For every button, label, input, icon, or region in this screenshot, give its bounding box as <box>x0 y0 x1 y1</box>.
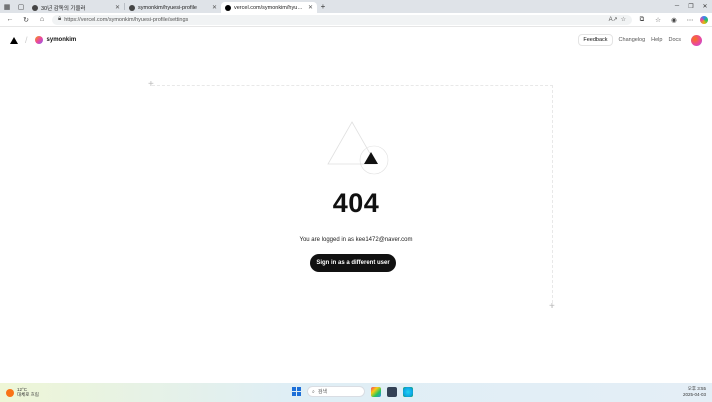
file-explorer-icon[interactable] <box>387 386 397 397</box>
tab-label: vercel.com/symonkim/hyuesi-pr <box>234 4 305 11</box>
vercel-header: / symonkim Feedback Changelog Help Docs <box>0 28 712 52</box>
sign-in-different-user-button[interactable]: Sign in as a different user <box>310 254 396 272</box>
windows-taskbar: 12°C 대체로 흐림 ⌕ 검색 오후 3:55 2025-04-03 <box>0 383 712 402</box>
windows-start-icon[interactable] <box>292 387 301 396</box>
logged-in-message: You are logged in as kee1472@naver.com <box>299 237 413 243</box>
new-tab-button[interactable]: + <box>317 2 329 11</box>
home-icon[interactable]: ⌂ <box>36 16 48 23</box>
system-clock[interactable]: 오후 3:55 2025-04-03 <box>683 386 706 398</box>
close-window-icon[interactable]: ✕ <box>698 3 712 10</box>
browser-tab-bar: ▦ ▢ 30년 감독의 기울러 ✕ symonkim/hyuesi-profil… <box>0 0 712 13</box>
more-menu-icon[interactable]: ⋯ <box>684 16 696 24</box>
feedback-button[interactable]: Feedback <box>578 34 613 46</box>
plus-marker-icon: + <box>549 301 555 312</box>
maximize-icon[interactable]: ❐ <box>684 3 698 10</box>
clock-date: 2025-04-03 <box>682 392 706 397</box>
header-links: Feedback Changelog Help Docs <box>578 34 702 46</box>
browser-tab-3[interactable]: vercel.com/symonkim/hyuesi-pr ✕ <box>221 2 317 13</box>
workspaces-icon[interactable]: ▢ <box>14 0 28 13</box>
minimize-icon[interactable]: ─ <box>670 3 684 10</box>
window-menu-icon[interactable]: ▦ <box>0 0 14 13</box>
help-link[interactable]: Help <box>651 37 662 43</box>
url-text: https://vercel.com/symonkim/hyuesi-profi… <box>64 16 189 23</box>
browser-toolbar: ← ↻ ⌂ 🔒︎ https://vercel.com/symonkim/hyu… <box>0 13 712 27</box>
profile-icon[interactable]: ◉ <box>668 16 680 24</box>
vercel-favicon-icon <box>225 4 231 11</box>
changelog-link[interactable]: Changelog <box>619 37 646 43</box>
triangle-illustration-icon <box>327 121 389 175</box>
lock-icon[interactable]: 🔒︎ <box>58 16 61 23</box>
tab-label: symonkim/hyuesi-profile <box>138 4 197 11</box>
plus-marker-icon: + <box>148 79 154 90</box>
close-tab-icon[interactable]: ✕ <box>308 4 313 11</box>
weather-widget[interactable]: 12°C 대체로 흐림 <box>6 387 39 398</box>
docs-link[interactable]: Docs <box>668 37 681 43</box>
close-tab-icon[interactable]: ✕ <box>212 4 217 11</box>
browser-tab-2[interactable]: symonkim/hyuesi-profile ✕ <box>125 2 221 13</box>
close-tab-icon[interactable]: ✕ <box>115 4 120 11</box>
tab-favicon-icon <box>32 4 38 11</box>
tab-label: 30년 감독의 기울러 <box>41 5 86 12</box>
taskbar-apps: ⌕ 검색 <box>292 386 413 397</box>
weather-icon <box>6 388 14 397</box>
browser-tab-1[interactable]: 30년 감독의 기울러 ✕ <box>28 2 124 13</box>
favorites-icon[interactable]: ☆ <box>652 16 664 24</box>
breadcrumb-slash: / <box>25 35 28 45</box>
github-icon <box>129 4 135 11</box>
error-code: 404 <box>332 188 380 218</box>
team-avatar[interactable] <box>34 36 43 44</box>
refresh-icon[interactable]: ↻ <box>20 16 32 24</box>
copilot-icon[interactable] <box>700 15 708 24</box>
weather-desc: 대체로 흐림 <box>17 392 39 397</box>
search-icon: ⌕ <box>312 388 315 395</box>
vercel-logo-icon[interactable] <box>10 36 18 44</box>
taskbar-search[interactable]: ⌕ 검색 <box>307 386 365 397</box>
address-bar[interactable]: 🔒︎ https://vercel.com/symonkim/hyuesi-pr… <box>52 14 632 25</box>
team-name[interactable]: symonkim <box>47 37 77 43</box>
user-avatar[interactable] <box>691 34 702 46</box>
edge-browser-icon[interactable] <box>403 386 413 397</box>
favorite-star-icon[interactable]: ☆ <box>621 16 626 23</box>
extensions-icon[interactable]: ⧉ <box>636 16 648 24</box>
widgets-app-icon[interactable] <box>371 386 381 397</box>
back-icon[interactable]: ← <box>4 16 16 23</box>
search-label: 검색 <box>317 389 328 395</box>
window-controls: ─ ❐ ✕ <box>670 3 712 10</box>
read-aloud-icon[interactable]: A↗ <box>609 16 618 23</box>
